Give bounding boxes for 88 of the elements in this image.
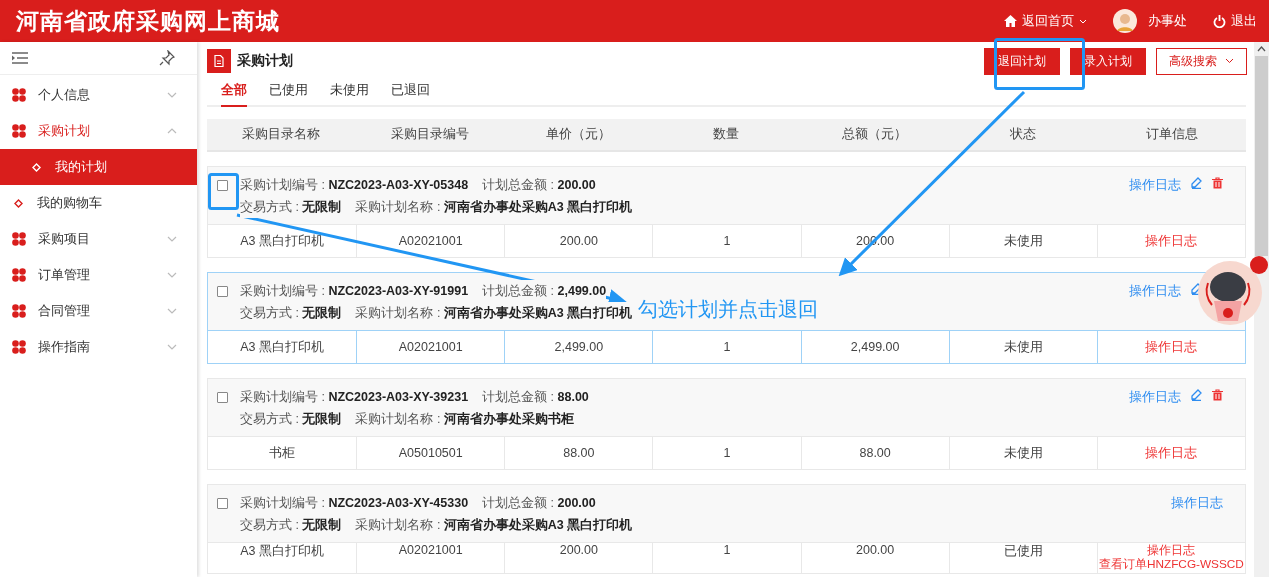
sidebar-item[interactable]: 订单管理 (0, 257, 197, 293)
plan-field: 计划总金额 : 2,499.00 (482, 280, 607, 302)
edit-icon[interactable] (1191, 389, 1202, 401)
chevron-down-icon (167, 92, 177, 98)
chevron-down-icon (167, 236, 177, 242)
clover-icon (12, 340, 26, 354)
table-cell: A05010501 (398, 446, 463, 460)
page-title: 采购计划 (237, 52, 294, 70)
column-header: 单价（元） (545, 126, 611, 143)
tab[interactable]: 全部 (221, 77, 247, 107)
table-cell: A02021001 (398, 340, 463, 354)
sidebar-item[interactable]: 我的购物车 (0, 185, 197, 221)
callout-text: 勾选计划并点击退回 (638, 297, 818, 322)
table-cell: 88.00 (859, 446, 891, 460)
chevron-down-icon (167, 272, 177, 278)
site-title: 河南省政府采购网上商城 (16, 7, 281, 36)
table-cell: 2,499.00 (554, 340, 604, 354)
chevron-down-icon (167, 308, 177, 314)
sidebar-item[interactable]: 操作指南 (0, 329, 197, 365)
edit-icon[interactable] (1191, 177, 1202, 189)
sidebar-item[interactable]: 个人信息 (0, 77, 197, 113)
trash-icon[interactable] (1212, 177, 1223, 189)
chevron-down-icon (167, 344, 177, 350)
column-header: 数量 (713, 126, 740, 143)
table-cell: A3 黑白打印机 (240, 543, 324, 560)
order-link[interactable]: 查看订单HNZFCG-WSSCD (1098, 557, 1244, 571)
document-icon (207, 49, 231, 73)
tab[interactable]: 未使用 (330, 77, 369, 107)
logout-link[interactable]: 退出 (1231, 12, 1257, 30)
dropdown-button[interactable]: 高级搜索 (1156, 47, 1247, 75)
table-cell: 已使用 (1003, 543, 1043, 560)
action-button[interactable]: 录入计划 (1070, 47, 1146, 75)
order-link[interactable]: 操作日志 (1145, 232, 1198, 250)
checkbox[interactable] (217, 286, 228, 297)
table-cell: 1 (723, 340, 731, 354)
column-header: 订单信息 (1145, 126, 1198, 143)
log-link[interactable]: 操作日志 (1129, 283, 1181, 300)
order-link[interactable]: 操作日志 (1145, 338, 1198, 356)
table-cell: 200.00 (559, 543, 598, 557)
pin-icon[interactable] (159, 50, 175, 66)
table-cell: 1 (723, 234, 731, 248)
user-name[interactable]: 办事处 (1148, 12, 1187, 30)
home-link[interactable]: 返回首页 (1022, 12, 1074, 30)
action-button[interactable]: 退回计划 (984, 47, 1060, 75)
table-cell: 88.00 (563, 446, 595, 460)
clover-icon (12, 232, 26, 246)
checkbox[interactable] (217, 392, 228, 403)
log-link[interactable]: 操作日志 (1129, 177, 1181, 194)
table-cell: A02021001 (398, 543, 463, 557)
table-cell: 未使用 (1003, 338, 1043, 356)
table-cell: 1 (723, 446, 731, 460)
column-header: 总额（元） (842, 126, 908, 143)
table-cell: 未使用 (1003, 444, 1043, 462)
log-link[interactable]: 操作日志 (1171, 495, 1223, 512)
table-cell: A3 黑白打印机 (240, 232, 324, 250)
table-cell: 2,499.00 (850, 340, 900, 354)
table-cell: 200.00 (856, 543, 895, 557)
table-cell: A02021001 (398, 234, 463, 248)
table-cell: 未使用 (1003, 232, 1043, 250)
clover-icon (12, 88, 26, 102)
table-cell: 1 (723, 543, 731, 557)
table-cell: 200.00 (559, 234, 598, 248)
chevron-up-icon (167, 128, 177, 134)
column-header: 状态 (1010, 126, 1037, 143)
trash-icon[interactable] (1212, 389, 1223, 401)
diamond-icon (32, 162, 41, 172)
checkbox[interactable] (217, 180, 228, 191)
sidebar-item[interactable]: 合同管理 (0, 293, 197, 329)
table-cell: A3 黑白打印机 (240, 338, 324, 356)
column-header: 采购目录名称 (242, 126, 321, 143)
tab[interactable]: 已使用 (269, 77, 308, 107)
column-header: 采购目录编号 (390, 126, 469, 143)
table-cell: 书柜 (269, 444, 296, 462)
sidebar-item[interactable]: 采购计划 (0, 113, 197, 149)
clover-icon (12, 124, 26, 138)
highlight-box (208, 173, 239, 210)
sidebar-item[interactable]: 采购项目 (0, 221, 197, 257)
clover-icon (12, 268, 26, 282)
tab[interactable]: 已退回 (391, 77, 430, 107)
clover-icon (12, 304, 26, 318)
order-link[interactable]: 操作日志 (1147, 543, 1196, 557)
diamond-icon (14, 198, 23, 208)
checkbox[interactable] (217, 498, 228, 509)
log-link[interactable]: 操作日志 (1129, 389, 1181, 406)
menu-icon[interactable] (12, 52, 28, 64)
order-link[interactable]: 操作日志 (1145, 444, 1198, 462)
sidebar-subitem[interactable]: 我的计划 (0, 149, 197, 185)
chevron-down-icon (1225, 58, 1234, 64)
